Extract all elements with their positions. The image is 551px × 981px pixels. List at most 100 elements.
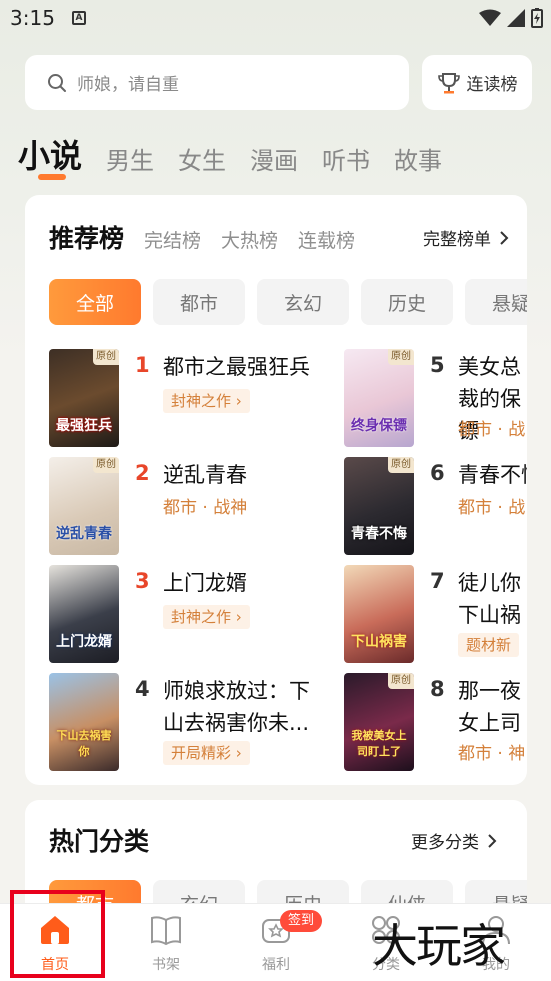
book-tag: 开局精彩 › — [163, 741, 250, 765]
book-item[interactable]: 下山去祸害你 4 师娘求放过：下山去祸害你未... 开局精彩 › — [49, 673, 310, 773]
nav-welfare-label: 福利 — [262, 957, 290, 973]
category-tabs: 小说 男生 女生 漫画 听书 故事 — [18, 128, 442, 178]
chip-fantasy[interactable]: 玄幻 — [257, 279, 349, 325]
book-tag: 封神之作 › — [163, 389, 250, 413]
status-icons — [479, 8, 543, 28]
book-tag-label: 开局精彩 — [171, 744, 232, 762]
book-item[interactable]: 原创 最强狂兵 1 都市之最强狂兵 封神之作 › — [49, 349, 310, 449]
book-tag-label: 封神之作 — [171, 608, 232, 626]
rank-number: 7 — [430, 569, 445, 593]
original-badge: 原创 — [93, 457, 119, 473]
cover-title: 逆乱青春 — [56, 526, 112, 542]
search-icon — [48, 73, 66, 92]
original-badge: 原创 — [388, 349, 414, 365]
book-tag: 题材新 — [458, 633, 520, 657]
rank-number: 6 — [430, 461, 445, 485]
rank-number: 5 — [430, 353, 445, 377]
book-tag: 封神之作 › — [163, 605, 250, 629]
rank-number: 1 — [135, 353, 150, 377]
book-title: 青春不悔 — [458, 463, 527, 487]
full-ranking-link[interactable]: 完整榜单 — [423, 225, 509, 250]
tab-comic[interactable]: 漫画 — [250, 144, 298, 178]
book-title: 那一夜女上司 — [458, 679, 521, 735]
book-cover: 原创 逆乱青春 — [49, 457, 119, 555]
book-genre: 都市 · 神 — [458, 744, 526, 764]
chip-mystery[interactable]: 悬疑 — [465, 279, 527, 325]
original-badge: 原创 — [388, 457, 414, 473]
book-tag-label: 封神之作 — [171, 392, 232, 410]
wifi-icon — [479, 9, 501, 26]
home-highlight-box — [10, 890, 105, 978]
tab-female[interactable]: 女生 — [178, 144, 226, 178]
book-title: 上门龙婿 — [163, 571, 247, 595]
book-genre: 都市 · 战神 — [163, 498, 248, 518]
checkin-badge[interactable]: 签到 — [280, 910, 323, 932]
book-cover: 原创 最强狂兵 — [49, 349, 119, 447]
cover-title: 下山祸害 — [351, 634, 407, 650]
book-title: 都市之最强狂兵 — [163, 355, 310, 379]
hot-categories-title: 热门分类 — [49, 827, 150, 856]
full-ranking-label: 完整榜单 — [423, 230, 491, 250]
cover-title: 青春不悔 — [351, 526, 407, 542]
rank-number: 2 — [135, 461, 150, 485]
subtab-hot[interactable]: 大热榜 — [221, 226, 278, 253]
nav-bookshelf[interactable]: 书架 — [116, 914, 216, 974]
more-categories-link[interactable]: 更多分类 — [411, 828, 497, 853]
subtab-serial[interactable]: 连载榜 — [298, 226, 355, 253]
subtab-finished[interactable]: 完结榜 — [144, 226, 201, 253]
book-title: 徒儿你下山祸 — [458, 571, 521, 627]
continuous-read-rank-button[interactable]: 连读榜 — [422, 55, 532, 110]
original-badge: 原创 — [388, 673, 414, 689]
rank-number: 8 — [430, 677, 445, 701]
book-item[interactable]: 原创 我被美女上司盯上了 8 那一夜女上司 都市 · 神 — [344, 673, 527, 773]
battery-icon — [531, 8, 543, 28]
recommend-title: 推荐榜 — [49, 224, 125, 253]
book-cover: 下山祸害 — [344, 565, 414, 663]
book-genre: 都市 · 战 — [458, 420, 526, 440]
chip-urban[interactable]: 都市 — [153, 279, 245, 325]
book-title: 师娘求放过：下山去祸害你未... — [163, 679, 310, 735]
rank-button-label: 连读榜 — [466, 75, 518, 95]
tab-male[interactable]: 男生 — [106, 144, 154, 178]
cover-title: 最强狂兵 — [56, 418, 112, 434]
book-cover: 原创 青春不悔 — [344, 457, 414, 555]
genre-chips: 全部 都市 玄幻 历史 悬疑 — [49, 279, 527, 325]
cover-title: 我被美女上司盯上了 — [351, 729, 407, 758]
cover-title: 上门龙婿 — [56, 634, 112, 650]
tab-novel[interactable]: 小说 — [18, 134, 82, 178]
book-genre: 都市 · 战 — [458, 498, 526, 518]
tab-audiobook[interactable]: 听书 — [322, 144, 370, 178]
rank-number: 3 — [135, 569, 150, 593]
book-item[interactable]: 下山祸害 7 徒儿你下山祸 题材新 — [344, 565, 527, 665]
more-categories-label: 更多分类 — [411, 833, 479, 853]
book-cover: 下山去祸害你 — [49, 673, 119, 771]
book-item[interactable]: 原创 逆乱青春 2 逆乱青春 都市 · 战神 — [49, 457, 289, 557]
notification-a-icon: A — [72, 11, 86, 25]
chip-history[interactable]: 历史 — [361, 279, 453, 325]
chevron-right-icon — [500, 230, 509, 245]
recommend-card: 推荐榜 完结榜 大热榜 连载榜 完整榜单 全部 都市 玄幻 历史 悬疑 原创 最… — [25, 195, 527, 785]
search-placeholder: 师娘，请自重 — [77, 75, 179, 95]
recommend-header: 推荐榜 完结榜 大热榜 连载榜 完整榜单 — [49, 219, 509, 255]
original-badge: 原创 — [93, 349, 119, 365]
book-title: 逆乱青春 — [163, 463, 247, 487]
book-item[interactable]: 上门龙婿 3 上门龙婿 封神之作 › — [49, 565, 289, 665]
trophy-icon — [437, 72, 460, 93]
rank-number: 4 — [135, 677, 150, 701]
watermark-text: 大玩家 — [372, 919, 506, 973]
cover-title: 下山去祸害你 — [56, 729, 112, 758]
cover-title: 终身保镖 — [351, 418, 407, 434]
book-icon — [151, 916, 181, 946]
chevron-right-icon — [488, 833, 497, 848]
book-item[interactable]: 原创 终身保镖 5 美女总裁的保镖 都市 · 战 — [344, 349, 527, 449]
book-item[interactable]: 原创 青春不悔 6 青春不悔 都市 · 战 — [344, 457, 527, 557]
tab-story[interactable]: 故事 — [394, 144, 442, 178]
book-cover: 上门龙婿 — [49, 565, 119, 663]
search-bar[interactable]: 师娘，请自重 — [25, 55, 409, 110]
nav-bookshelf-label: 书架 — [152, 957, 180, 973]
active-tab-indicator — [38, 174, 66, 180]
status-time: 3:15 — [10, 6, 55, 30]
signal-icon — [507, 9, 525, 27]
status-bar: 3:15 A — [0, 0, 551, 40]
chip-all[interactable]: 全部 — [49, 279, 141, 325]
